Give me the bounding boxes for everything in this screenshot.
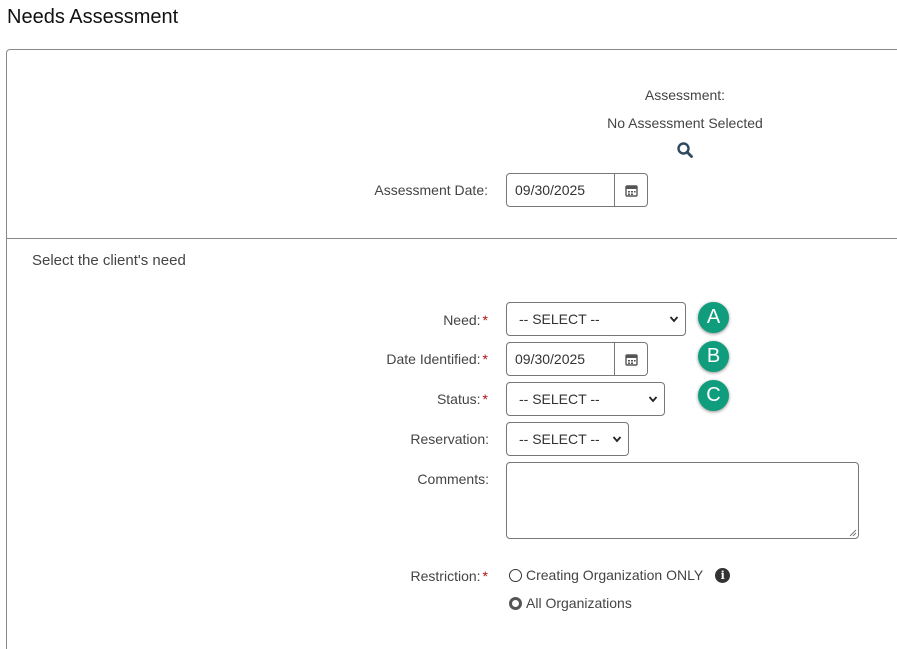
reservation-label: Reservation: <box>410 431 489 447</box>
required-marker: * <box>482 391 488 407</box>
callout-badge-b: B <box>698 341 729 372</box>
restriction-option-label: Creating Organization ONLY <box>526 567 704 583</box>
callout-badge-c: C <box>698 380 729 411</box>
comments-textarea[interactable] <box>506 462 859 539</box>
date-identified-field[interactable]: 09/30/2025 <box>506 342 648 376</box>
comments-label: Comments: <box>417 471 489 487</box>
reservation-select[interactable]: -- SELECT -- <box>506 422 629 456</box>
status-label: Status: * <box>436 391 488 407</box>
calendar-icon[interactable] <box>615 343 647 375</box>
assessment-value: No Assessment Selected <box>607 115 763 131</box>
calendar-icon[interactable] <box>615 174 647 206</box>
chevron-down-icon <box>669 316 679 323</box>
date-identified-label: Date Identified: * <box>386 351 488 367</box>
assessment-label: Assessment: <box>644 87 726 103</box>
callout-badge-a: A <box>698 302 729 333</box>
need-select[interactable]: -- SELECT -- <box>506 302 686 336</box>
page-title: Needs Assessment <box>7 6 179 28</box>
restriction-label: Restriction: * <box>410 568 488 584</box>
required-marker: * <box>482 568 488 584</box>
resize-grip-icon[interactable] <box>849 529 857 537</box>
required-marker: * <box>482 312 488 328</box>
date-identified-value[interactable]: 09/30/2025 <box>507 343 615 375</box>
search-icon[interactable] <box>676 141 694 159</box>
radio-button-checked[interactable] <box>509 596 522 610</box>
restriction-option-label: All Organizations <box>526 595 632 611</box>
assessment-panel <box>6 49 897 649</box>
assessment-date-label: Assessment Date: <box>374 182 488 198</box>
need-select-value: -- SELECT -- <box>519 311 600 327</box>
restriction-option-all-orgs[interactable]: All Organizations <box>509 595 632 611</box>
section-divider <box>6 238 897 239</box>
need-label: Need: * <box>443 312 488 328</box>
info-icon[interactable]: i <box>715 567 731 583</box>
status-select-value: -- SELECT -- <box>519 391 600 407</box>
chevron-down-icon <box>648 396 658 403</box>
restriction-option-creating-org[interactable]: Creating Organization ONLY i <box>509 567 731 583</box>
reservation-select-value: -- SELECT -- <box>519 431 600 447</box>
status-select[interactable]: -- SELECT -- <box>506 382 665 416</box>
section-heading: Select the client's need <box>32 252 186 269</box>
assessment-date-value[interactable]: 09/30/2025 <box>507 174 615 206</box>
chevron-down-icon <box>612 436 622 443</box>
required-marker: * <box>482 351 488 367</box>
radio-button[interactable] <box>509 568 522 582</box>
assessment-date-field[interactable]: 09/30/2025 <box>506 173 648 207</box>
